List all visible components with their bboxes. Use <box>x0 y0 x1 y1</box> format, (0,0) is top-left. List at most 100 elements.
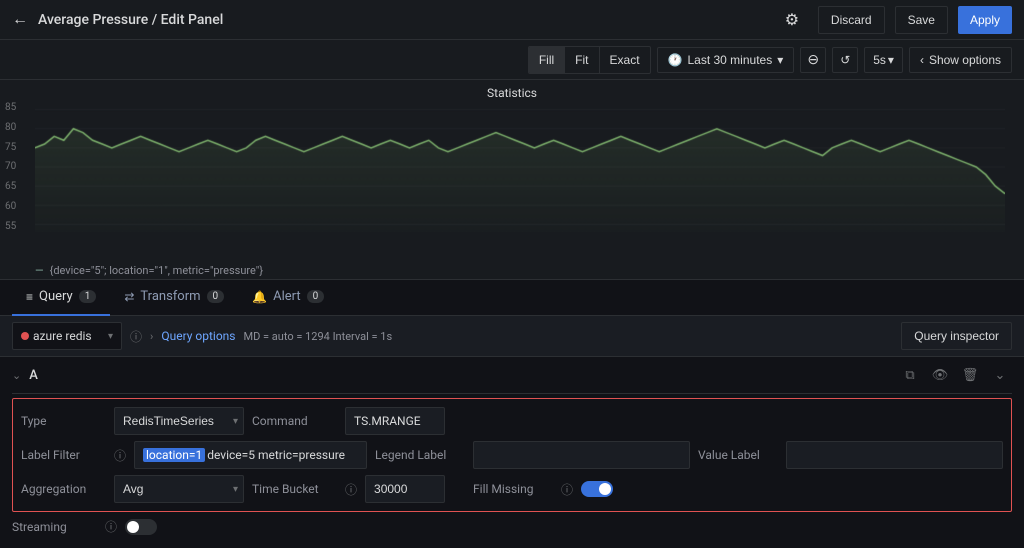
tab-transform[interactable]: ⇄ Transform 0 <box>110 280 238 316</box>
fill-missing-label: Fill Missing <box>473 482 553 496</box>
section-actions: ⧉ 👁 🗑 ⌄ <box>898 363 1012 387</box>
chart-toolbar: Fill Fit Exact 🕐 Last 30 minutes ▾ ⊖ ↺ 5… <box>0 40 1024 80</box>
tab-alert-label: Alert <box>273 289 301 304</box>
y-label-55: 55 <box>5 221 16 232</box>
section-expand-button[interactable]: ⌄ <box>12 369 21 382</box>
value-label-input[interactable] <box>786 441 1003 469</box>
tabs-bar: ≡ Query 1 ⇄ Transform 0 🔔 Alert 0 <box>0 280 1024 316</box>
label-highlight: location=1 <box>143 448 205 462</box>
label-filter-row: Label Filter ⓘ location=1 device=5 metri… <box>21 441 1003 469</box>
datasource-status-dot <box>21 332 29 340</box>
section-a-header: ⌄ A ⧉ 👁 🗑 ⌄ <box>12 357 1012 394</box>
chart-legend: — {device="5"; location="1", metric="pre… <box>0 262 1024 279</box>
tab-query-badge: 1 <box>79 290 97 303</box>
chart-title: Statistics <box>0 80 1024 102</box>
interval-button[interactable]: 5s ▾ <box>864 47 903 73</box>
time-bucket-info-icon[interactable]: ⓘ <box>345 481 357 498</box>
y-label-60: 60 <box>5 201 16 212</box>
query-tab-icon: ≡ <box>26 290 33 304</box>
aggregation-select[interactable]: Avg <box>114 475 244 503</box>
datasource-info-icon[interactable]: ⓘ <box>130 328 142 345</box>
legend-label: {device="5"; location="1", metric="press… <box>50 264 263 277</box>
time-range-label: Last 30 minutes <box>687 53 772 67</box>
settings-button[interactable]: ⚙ <box>776 4 808 36</box>
tab-alert-badge: 0 <box>307 290 325 303</box>
type-command-row: Type RedisTimeSeries Command TS.MRANGE <box>21 407 1003 435</box>
show-options-chevron-icon: ‹ <box>920 53 924 67</box>
type-label: Type <box>21 414 106 428</box>
aggregation-select-wrapper: Avg <box>114 475 244 503</box>
label-filter-label: Label Filter <box>21 448 106 462</box>
discard-button[interactable]: Discard <box>818 6 885 34</box>
tab-transform-badge: 0 <box>207 290 225 303</box>
delete-button[interactable]: 🗑 <box>958 363 982 387</box>
y-label-75: 75 <box>5 142 16 153</box>
page-title: Average Pressure / Edit Panel <box>38 12 766 28</box>
fill-missing-info-icon[interactable]: ⓘ <box>561 481 573 498</box>
time-bucket-input[interactable] <box>365 475 445 503</box>
y-label-65: 65 <box>5 181 16 192</box>
legend-label-label: Legend Label <box>375 448 465 462</box>
show-options-button[interactable]: ‹ Show options <box>909 47 1012 73</box>
legend-label-input[interactable] <box>473 441 690 469</box>
legend-dash-icon: — <box>35 264 44 277</box>
label-filter-rest: device=5 metric=pressure <box>207 448 345 462</box>
transform-tab-icon: ⇄ <box>124 290 134 304</box>
y-label-70: 70 <box>5 161 16 172</box>
aggregation-label: Aggregation <box>21 482 106 496</box>
query-editor: ⌄ A ⧉ 👁 🗑 ⌄ Type RedisTimeSeries Command… <box>0 357 1024 543</box>
type-select[interactable]: RedisTimeSeries <box>114 407 244 435</box>
type-select-wrapper: RedisTimeSeries <box>114 407 244 435</box>
query-meta: MD = auto = 1294 Interval = 1s <box>243 330 392 343</box>
fit-button[interactable]: Fit <box>565 47 599 73</box>
apply-button[interactable]: Apply <box>958 6 1012 34</box>
datasource-selector[interactable]: azure redis ▾ <box>12 322 122 350</box>
tab-query[interactable]: ≡ Query 1 <box>12 280 110 316</box>
chevron-down-icon: ▾ <box>777 53 783 67</box>
gear-icon: ⚙ <box>785 10 799 30</box>
tab-alert[interactable]: 🔔 Alert 0 <box>238 280 338 316</box>
back-button[interactable]: ← <box>12 11 28 29</box>
save-button[interactable]: Save <box>895 6 948 34</box>
tab-transform-label: Transform <box>140 289 200 304</box>
query-inspector-button[interactable]: Query inspector <box>901 322 1012 350</box>
line-chart <box>35 102 1005 232</box>
exact-button[interactable]: Exact <box>600 47 650 73</box>
streaming-label: Streaming <box>12 520 97 534</box>
alert-tab-icon: 🔔 <box>252 290 267 304</box>
clock-icon: 🕐 <box>668 53 683 67</box>
label-filter-input[interactable]: location=1 device=5 metric=pressure <box>134 441 367 469</box>
show-options-label: Show options <box>929 53 1001 67</box>
command-value: TS.MRANGE <box>345 407 445 435</box>
query-options-link[interactable]: Query options <box>161 329 235 343</box>
label-filter-info-icon[interactable]: ⓘ <box>114 447 126 464</box>
interval-label: 5s <box>873 53 886 67</box>
time-range-button[interactable]: 🕐 Last 30 minutes ▾ <box>657 47 795 73</box>
tab-query-label: Query <box>39 289 73 304</box>
breadcrumb-chevron-icon: › <box>150 330 153 343</box>
chart-container: 85 80 75 70 65 60 55 <box>0 102 1024 262</box>
refresh-button[interactable]: ↺ <box>832 47 858 73</box>
top-bar: ← Average Pressure / Edit Panel ⚙ Discar… <box>0 0 1024 40</box>
value-label-label: Value Label <box>698 448 778 462</box>
more-button[interactable]: ⌄ <box>988 363 1012 387</box>
fill-button[interactable]: Fill <box>529 47 565 73</box>
datasource-chevron-icon: ▾ <box>108 331 113 342</box>
datasource-label: azure redis <box>33 329 92 343</box>
streaming-info-icon[interactable]: ⓘ <box>105 518 117 535</box>
streaming-row: Streaming ⓘ <box>12 512 1012 535</box>
command-label: Command <box>252 414 337 428</box>
y-label-80: 80 <box>5 122 16 133</box>
streaming-toggle[interactable] <box>125 519 157 535</box>
aggregation-row: Aggregation Avg Time Bucket ⓘ Fill Missi… <box>21 475 1003 503</box>
zoom-out-button[interactable]: ⊖ <box>800 47 826 73</box>
interval-caret-icon: ▾ <box>888 53 894 67</box>
eye-button[interactable]: 👁 <box>928 363 952 387</box>
y-axis: 85 80 75 70 65 60 55 <box>5 102 21 232</box>
fill-missing-toggle[interactable] <box>581 481 613 497</box>
back-icon: ← <box>12 11 28 29</box>
time-bucket-label: Time Bucket <box>252 482 337 496</box>
bottom-panel: ≡ Query 1 ⇄ Transform 0 🔔 Alert 0 azure … <box>0 280 1024 543</box>
copy-button[interactable]: ⧉ <box>898 363 922 387</box>
section-label: A <box>29 368 38 383</box>
